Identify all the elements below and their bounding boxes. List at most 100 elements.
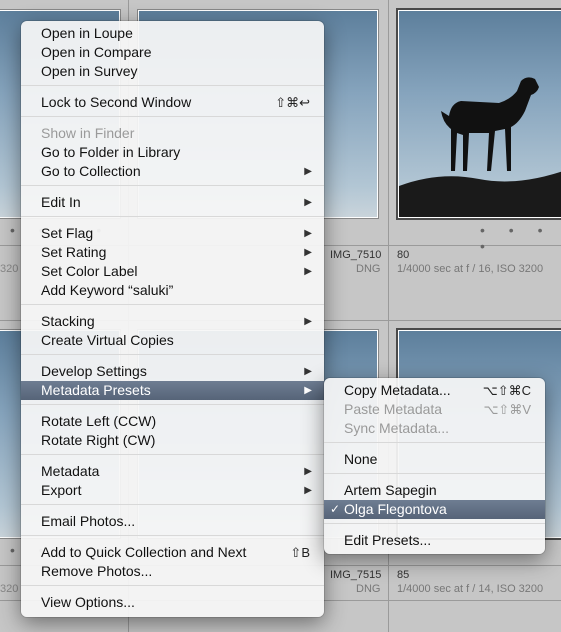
menu-separator [21, 354, 324, 355]
submenu-arrow-icon: ▶ [304, 316, 312, 327]
menu-separator [324, 523, 545, 524]
submenu-arrow-icon: ▶ [304, 466, 312, 477]
menu-separator [21, 185, 324, 186]
menu-separator [21, 535, 324, 536]
keyboard-shortcut: ⇧⌘↩ [275, 95, 310, 110]
keyboard-shortcut: ⇧B [290, 545, 310, 560]
menu-item-label: None [344, 451, 378, 467]
menu-item-label: Set Flag [41, 225, 94, 241]
menu-item-label: Open in Survey [41, 63, 138, 79]
submenu-item-none[interactable]: None [324, 450, 545, 469]
menu-item-create-virtual-copies[interactable]: Create Virtual Copies [21, 331, 324, 350]
menu-item-rotate-right[interactable]: Rotate Right (CW) [21, 431, 324, 450]
menu-separator [21, 454, 324, 455]
metadata-presets-submenu: Copy Metadata... ⌥⇧⌘C Paste Metadata ⌥⇧⌘V … [324, 378, 545, 554]
menu-item-open-survey[interactable]: Open in Survey [21, 62, 324, 81]
menu-item-show-in-finder: Show in Finder [21, 124, 324, 143]
exif-info: 1/4000 sec at f / 16, ISO 3200 [397, 263, 544, 275]
menu-item-email-photos[interactable]: Email Photos... [21, 512, 324, 531]
menu-item-open-compare[interactable]: Open in Compare [21, 43, 324, 62]
photo-thumbnail-dog[interactable] [396, 8, 561, 220]
menu-item-label: Go to Collection [41, 163, 141, 179]
menu-item-label: Rotate Right (CW) [41, 432, 156, 448]
menu-item-stacking[interactable]: Stacking ▶ [21, 312, 324, 331]
submenu-item-paste-metadata: Paste Metadata ⌥⇧⌘V [324, 400, 545, 419]
menu-item-label: Metadata [41, 463, 100, 479]
menu-item-rotate-left[interactable]: Rotate Left (CCW) [21, 412, 324, 431]
menu-item-go-to-collection[interactable]: Go to Collection ▶ [21, 162, 324, 181]
menu-separator [21, 504, 324, 505]
file-name: IMG_7515 [330, 569, 382, 581]
menu-item-set-flag[interactable]: Set Flag ▶ [21, 224, 324, 243]
menu-item-label: View Options... [41, 594, 135, 610]
menu-item-metadata[interactable]: Metadata ▶ [21, 462, 324, 481]
context-menu: Open in Loupe Open in Compare Open in Su… [21, 21, 324, 617]
menu-separator [21, 116, 324, 117]
menu-item-label: Rotate Left (CCW) [41, 413, 157, 429]
menu-separator [324, 473, 545, 474]
submenu-item-sync-metadata: Sync Metadata... [324, 419, 545, 438]
menu-separator [324, 442, 545, 443]
menu-item-add-keyword[interactable]: Add Keyword “saluki” [21, 281, 324, 300]
menu-item-label: Stacking [41, 313, 95, 329]
file-type: DNG [356, 263, 381, 275]
submenu-item-copy-metadata[interactable]: Copy Metadata... ⌥⇧⌘C [324, 381, 545, 400]
photo-index: 85 [397, 569, 410, 581]
menu-item-set-color-label[interactable]: Set Color Label ▶ [21, 262, 324, 281]
menu-item-label: Sync Metadata... [344, 420, 450, 436]
menu-item-develop-settings[interactable]: Develop Settings ▶ [21, 362, 324, 381]
submenu-arrow-icon: ▶ [304, 166, 312, 177]
rating-dots: • • • • [480, 222, 553, 254]
menu-item-remove-photos[interactable]: Remove Photos... [21, 562, 324, 581]
menu-item-label: Email Photos... [41, 513, 136, 529]
exif-info: 1/4000 sec at f / 14, ISO 3200 [397, 583, 544, 595]
menu-item-label: Remove Photos... [41, 563, 153, 579]
menu-item-label: Add to Quick Collection and Next [41, 544, 247, 560]
submenu-arrow-icon: ▶ [304, 197, 312, 208]
menu-item-label: Paste Metadata [344, 401, 443, 417]
menu-item-view-options[interactable]: View Options... [21, 593, 324, 612]
checkmark-icon: ✓ [330, 502, 341, 516]
submenu-arrow-icon: ▶ [304, 385, 312, 396]
dog-silhouette-icon [399, 77, 561, 217]
menu-item-go-to-folder[interactable]: Go to Folder in Library [21, 143, 324, 162]
submenu-arrow-icon: ▶ [304, 485, 312, 496]
menu-item-edit-in[interactable]: Edit In ▶ [21, 193, 324, 212]
menu-separator [21, 216, 324, 217]
menu-item-label: Set Color Label [41, 263, 138, 279]
menu-item-label: Export [41, 482, 82, 498]
menu-item-label: Artem Sapegin [344, 482, 437, 498]
submenu-item-edit-presets[interactable]: Edit Presets... [324, 531, 545, 550]
menu-item-label: Lock to Second Window [41, 94, 192, 110]
cell-text: 320 [0, 583, 19, 595]
menu-item-set-rating[interactable]: Set Rating ▶ [21, 243, 324, 262]
menu-item-label: Develop Settings [41, 363, 147, 379]
menu-item-open-loupe[interactable]: Open in Loupe [21, 24, 324, 43]
menu-item-label: Add Keyword “saluki” [41, 282, 174, 298]
submenu-item-olga-flegontova[interactable]: ✓ Olga Flegontova [324, 500, 545, 519]
cell-text: 320 [0, 263, 19, 275]
menu-separator [21, 85, 324, 86]
menu-item-label: Olga Flegontova [344, 501, 447, 517]
menu-item-add-quick-collection[interactable]: Add to Quick Collection and Next ⇧B [21, 543, 324, 562]
menu-item-label: Edit Presets... [344, 532, 432, 548]
menu-item-export[interactable]: Export ▶ [21, 481, 324, 500]
submenu-arrow-icon: ▶ [304, 247, 312, 258]
menu-separator [21, 404, 324, 405]
menu-item-label: Set Rating [41, 244, 107, 260]
menu-item-label: Open in Loupe [41, 25, 133, 41]
menu-item-label: Copy Metadata... [344, 382, 451, 398]
photo-index: 80 [397, 249, 410, 261]
menu-item-label: Metadata Presets [41, 382, 151, 398]
menu-separator [21, 585, 324, 586]
menu-separator [21, 304, 324, 305]
submenu-item-artem-sapegin[interactable]: Artem Sapegin [324, 481, 545, 500]
file-type: DNG [356, 583, 381, 595]
menu-item-label: Show in Finder [41, 125, 135, 141]
menu-item-lock-second-window[interactable]: Lock to Second Window ⇧⌘↩ [21, 93, 324, 112]
file-name: IMG_7510 [330, 249, 382, 261]
menu-item-label: Open in Compare [41, 44, 152, 60]
submenu-arrow-icon: ▶ [304, 366, 312, 377]
menu-item-metadata-presets[interactable]: Metadata Presets ▶ [21, 381, 324, 400]
menu-item-label: Create Virtual Copies [41, 332, 174, 348]
